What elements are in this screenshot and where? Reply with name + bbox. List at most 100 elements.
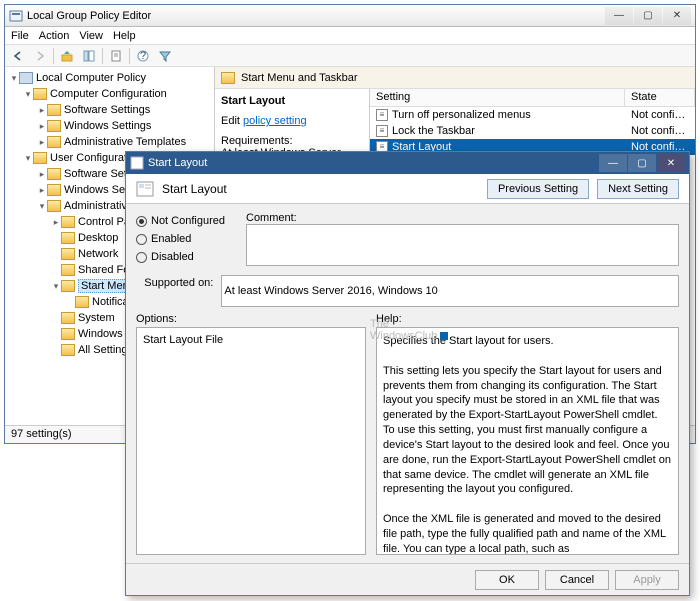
folder-icon	[61, 328, 75, 340]
tree-label: Local Computer Policy	[36, 72, 146, 84]
comment-input[interactable]	[246, 224, 679, 266]
dialog-maximize-button[interactable]: ▢	[628, 154, 656, 172]
folder-icon	[221, 72, 235, 84]
expand-icon[interactable]: ▾	[9, 73, 19, 84]
supported-on-label: Supported on:	[136, 275, 213, 289]
titlebar[interactable]: Local Group Policy Editor — ▢ ✕	[5, 5, 695, 27]
options-label: Options:	[136, 313, 366, 325]
expand-icon[interactable]: ▾	[23, 89, 33, 100]
supported-on-field	[221, 275, 679, 307]
folder-icon	[47, 120, 61, 132]
minimize-button[interactable]: —	[605, 7, 633, 25]
col-setting[interactable]: Setting	[370, 89, 625, 106]
folder-icon	[47, 104, 61, 116]
folder-icon	[61, 232, 75, 244]
cell-state: Not configured	[625, 109, 695, 121]
menu-help[interactable]: Help	[113, 30, 136, 42]
folder-icon	[47, 136, 61, 148]
help-button[interactable]: ?	[134, 47, 152, 65]
window-title: Local Group Policy Editor	[23, 10, 604, 22]
dialog-minimize-button[interactable]: —	[599, 154, 627, 172]
filter-button[interactable]	[156, 47, 174, 65]
show-hide-tree-button[interactable]	[80, 47, 98, 65]
menu-action[interactable]: Action	[39, 30, 70, 42]
help-label: Help:	[376, 313, 402, 325]
close-button[interactable]: ✕	[663, 7, 691, 25]
dialog-close-button[interactable]: ✕	[657, 154, 685, 172]
content-heading: Start Menu and Taskbar	[241, 72, 358, 84]
tree-node[interactable]: ▸ Windows Settings	[5, 118, 214, 134]
list-row[interactable]: ≡Lock the TaskbarNot configured	[370, 123, 695, 139]
folder-icon	[47, 168, 61, 180]
content-header: Start Menu and Taskbar	[215, 67, 695, 89]
folder-icon	[33, 152, 47, 164]
app-icon	[9, 9, 23, 23]
toolbar: ?	[5, 45, 695, 67]
forward-button[interactable]	[31, 47, 49, 65]
edit-policy-link[interactable]: policy setting	[243, 115, 307, 127]
expand-icon[interactable]: ▾	[37, 201, 47, 212]
ok-button[interactable]: OK	[475, 570, 539, 590]
cancel-button[interactable]: Cancel	[545, 570, 609, 590]
dialog-title: Start Layout	[144, 157, 598, 169]
requirements-label: Requirements:	[221, 135, 363, 147]
radio-not-configured[interactable]: Not Configured	[136, 212, 236, 230]
dialog-titlebar[interactable]: Start Layout — ▢ ✕	[126, 152, 689, 174]
edit-prefix: Edit	[221, 115, 243, 127]
tree-label: Computer Configuration	[50, 88, 167, 100]
radio-enabled[interactable]: Enabled	[136, 230, 236, 248]
dialog-heading-icon	[136, 180, 154, 198]
properties-button[interactable]	[107, 47, 125, 65]
folder-icon	[47, 184, 61, 196]
expand-icon[interactable]: ▸	[51, 217, 61, 228]
tree-node[interactable]: ▸Administrative Templates	[5, 134, 214, 150]
tree-node[interactable]: ▾ Computer Configuration	[5, 86, 214, 102]
col-state[interactable]: State	[625, 89, 695, 106]
folder-icon	[19, 72, 33, 84]
folder-icon	[61, 216, 75, 228]
tree-label: Network	[78, 248, 118, 260]
expand-icon[interactable]: ▾	[51, 281, 61, 292]
tree-node[interactable]: ▸ Software Settings	[5, 102, 214, 118]
folder-icon	[75, 296, 89, 308]
maximize-button[interactable]: ▢	[634, 7, 662, 25]
expand-icon[interactable]: ▸	[37, 137, 47, 148]
menu-view[interactable]: View	[79, 30, 103, 42]
previous-setting-button[interactable]: Previous Setting	[487, 179, 589, 199]
cell-setting: ≡Lock the Taskbar	[370, 125, 625, 137]
next-setting-button[interactable]: Next Setting	[597, 179, 679, 199]
cell-state: Not configured	[625, 125, 695, 137]
radio-disabled[interactable]: Disabled	[136, 248, 236, 266]
help-pane[interactable]: Specifies the Start layout for users.Thi…	[376, 327, 679, 555]
dialog-icon	[130, 156, 144, 170]
tree-label: Desktop	[78, 232, 118, 244]
folder-icon	[61, 264, 75, 276]
radio-dot-icon	[136, 234, 147, 245]
folder-icon	[61, 344, 75, 356]
menu-file[interactable]: File	[11, 30, 29, 42]
tree-label: Software Settings	[64, 104, 150, 116]
up-button[interactable]	[58, 47, 76, 65]
dialog-heading: Start Layout	[162, 182, 479, 196]
expand-icon[interactable]: ▾	[23, 153, 33, 164]
tree-label: Windows Settings	[64, 120, 151, 132]
expand-icon[interactable]: ▸	[37, 185, 47, 196]
back-button[interactable]	[9, 47, 27, 65]
comment-label: Comment:	[246, 212, 679, 224]
apply-button[interactable]: Apply	[615, 570, 679, 590]
folder-icon	[61, 248, 75, 260]
expand-icon[interactable]: ▸	[37, 121, 47, 132]
list-row[interactable]: ≡Turn off personalized menusNot configur…	[370, 107, 695, 123]
folder-icon	[33, 88, 47, 100]
expand-icon[interactable]: ▸	[37, 105, 47, 116]
expand-icon[interactable]: ▸	[37, 169, 47, 180]
folder-icon	[47, 200, 61, 212]
cell-setting: ≡Turn off personalized menus	[370, 109, 625, 121]
svg-text:?: ?	[140, 50, 146, 62]
radio-dot-icon	[136, 216, 147, 227]
start-layout-dialog: Start Layout — ▢ ✕ Start Layout Previous…	[125, 151, 690, 596]
tree-node[interactable]: ▾ Local Computer Policy	[5, 70, 214, 86]
menubar: File Action View Help	[5, 27, 695, 45]
selected-setting-title: Start Layout	[221, 95, 363, 107]
folder-icon	[61, 280, 75, 292]
